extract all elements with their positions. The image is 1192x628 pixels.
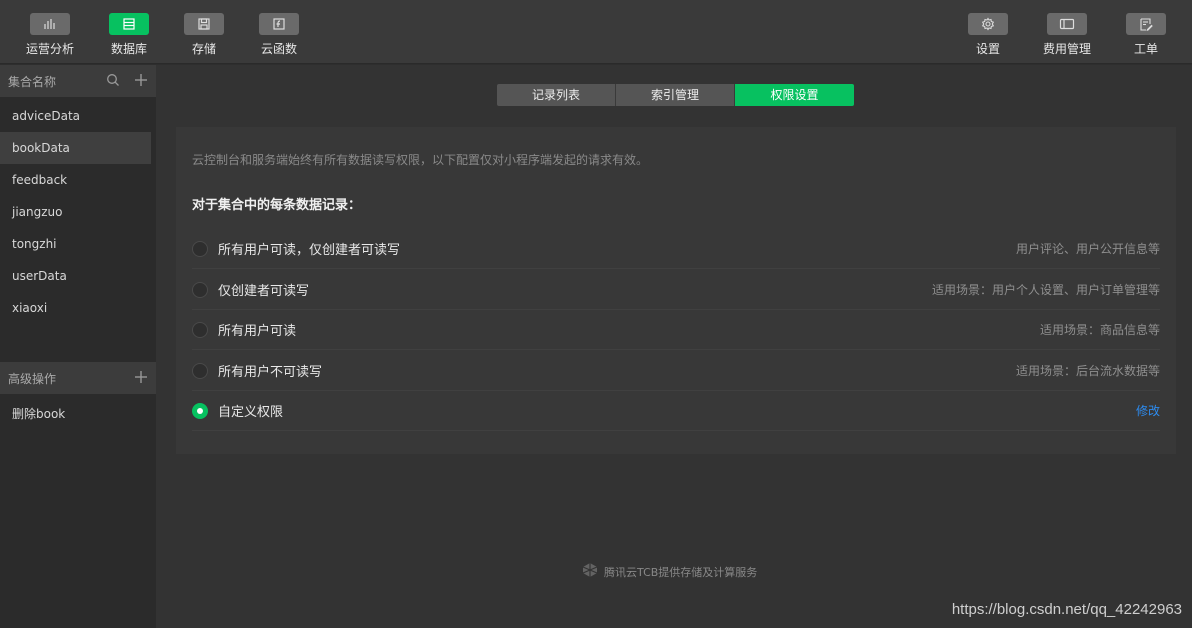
radio-button[interactable] (192, 362, 208, 379)
tab-records[interactable]: 记录列表 (497, 84, 616, 106)
gear-icon (968, 13, 1008, 35)
collection-list: adviceData bookData feedback jiangzuo to… (0, 100, 156, 324)
nav-settings-button[interactable]: 设置 (948, 13, 1028, 57)
nav-database-button[interactable]: 数据库 (89, 13, 169, 57)
radio-button[interactable] (192, 321, 208, 338)
tencent-cloud-logo-icon (582, 562, 598, 581)
advanced-section: 高级操作 删除book (0, 362, 156, 430)
permissions-panel: 云控制台和服务端始终有所有数据读写权限，以下配置仅对小程序端发起的请求有效。 对… (176, 127, 1176, 454)
collections-sidebar: 集合名称 adviceData bookData feedback jiangz… (0, 65, 156, 628)
tab-permissions[interactable]: 权限设置 (735, 84, 854, 106)
watermark: https://blog.csdn.net/qq_42242963 (951, 601, 1182, 618)
permission-subtitle: 对于集合中的每条数据记录： (192, 198, 362, 213)
nav-ticket-button[interactable]: 工单 (1106, 13, 1186, 57)
collection-item[interactable]: bookData (0, 132, 151, 164)
nav-analytics-button[interactable]: 运营分析 (10, 13, 90, 57)
tab-bar: 记录列表 索引管理 权限设置 (497, 84, 854, 106)
nav-database-label: 数据库 (110, 42, 147, 56)
billing-icon (1047, 13, 1087, 35)
option-description: 适用场景：用户个人设置、用户订单管理等 (931, 283, 1160, 297)
collection-item[interactable]: userData (0, 260, 151, 292)
collection-item[interactable]: adviceData (0, 100, 151, 132)
collections-header: 集合名称 (0, 65, 156, 97)
permission-notice: 云控制台和服务端始终有所有数据读写权限，以下配置仅对小程序端发起的请求有效。 (192, 153, 649, 167)
radio-button[interactable] (192, 281, 208, 298)
nav-billing-label: 费用管理 (1042, 42, 1091, 56)
function-icon (259, 13, 299, 35)
permission-option[interactable]: 所有用户可读，仅创建者可读写 用户评论、用户公开信息等 (192, 229, 1160, 269)
option-label: 仅创建者可读写 (218, 284, 310, 299)
option-description: 适用场景：后台流水数据等 (1015, 364, 1160, 378)
top-toolbar: 运营分析 数据库 存储 云函数 设置 费用管理 工单 (0, 0, 1192, 64)
collection-item[interactable]: tongzhi (0, 228, 151, 260)
advanced-item[interactable]: 删除book (0, 398, 151, 430)
collection-item[interactable]: xiaoxi (0, 292, 151, 324)
nav-settings-label: 设置 (975, 42, 1000, 56)
option-label: 自定义权限 (218, 405, 284, 420)
option-label: 所有用户不可读写 (218, 365, 323, 380)
storage-icon (184, 13, 224, 35)
search-icon[interactable] (106, 72, 120, 91)
nav-billing-button[interactable]: 费用管理 (1027, 13, 1107, 57)
nav-storage-button[interactable]: 存储 (164, 13, 244, 57)
nav-cloud-function-button[interactable]: 云函数 (239, 13, 319, 57)
advanced-header: 高级操作 (0, 362, 156, 394)
nav-cloud-function-label: 云函数 (260, 42, 297, 56)
database-icon (109, 13, 149, 35)
permission-option[interactable]: 所有用户可读 适用场景：商品信息等 (192, 310, 1160, 350)
option-description: 用户评论、用户公开信息等 (1015, 242, 1160, 256)
footer-text: 腾讯云TCB提供存储及计算服务 (604, 565, 758, 579)
option-description: 适用场景：商品信息等 (1039, 323, 1160, 337)
advanced-header-label: 高级操作 (8, 371, 57, 386)
collection-item[interactable]: feedback (0, 164, 151, 196)
footer: 腾讯云TCB提供存储及计算服务 (582, 562, 757, 581)
nav-ticket-label: 工单 (1133, 42, 1158, 56)
radio-button[interactable] (192, 240, 208, 257)
main-content: 记录列表 索引管理 权限设置 云控制台和服务端始终有所有数据读写权限，以下配置仅… (156, 65, 1192, 628)
permission-option[interactable]: 仅创建者可读写 适用场景：用户个人设置、用户订单管理等 (192, 270, 1160, 310)
modify-link[interactable]: 修改 (1136, 402, 1160, 419)
add-operation-icon[interactable] (134, 369, 148, 388)
permission-option[interactable]: 所有用户不可读写 适用场景：后台流水数据等 (192, 351, 1160, 391)
bar-chart-icon (30, 13, 70, 35)
nav-analytics-label: 运营分析 (25, 42, 74, 56)
radio-button-checked[interactable] (192, 402, 208, 419)
ticket-icon (1126, 13, 1166, 35)
permission-option-custom[interactable]: 自定义权限 修改 (192, 391, 1160, 431)
add-collection-icon[interactable] (134, 72, 148, 91)
option-label: 所有用户可读，仅创建者可读写 (218, 243, 401, 258)
nav-storage-label: 存储 (191, 42, 216, 56)
tab-indexes[interactable]: 索引管理 (616, 84, 735, 106)
collections-header-label: 集合名称 (8, 74, 57, 89)
collection-item[interactable]: jiangzuo (0, 196, 151, 228)
option-label: 所有用户可读 (218, 324, 297, 339)
